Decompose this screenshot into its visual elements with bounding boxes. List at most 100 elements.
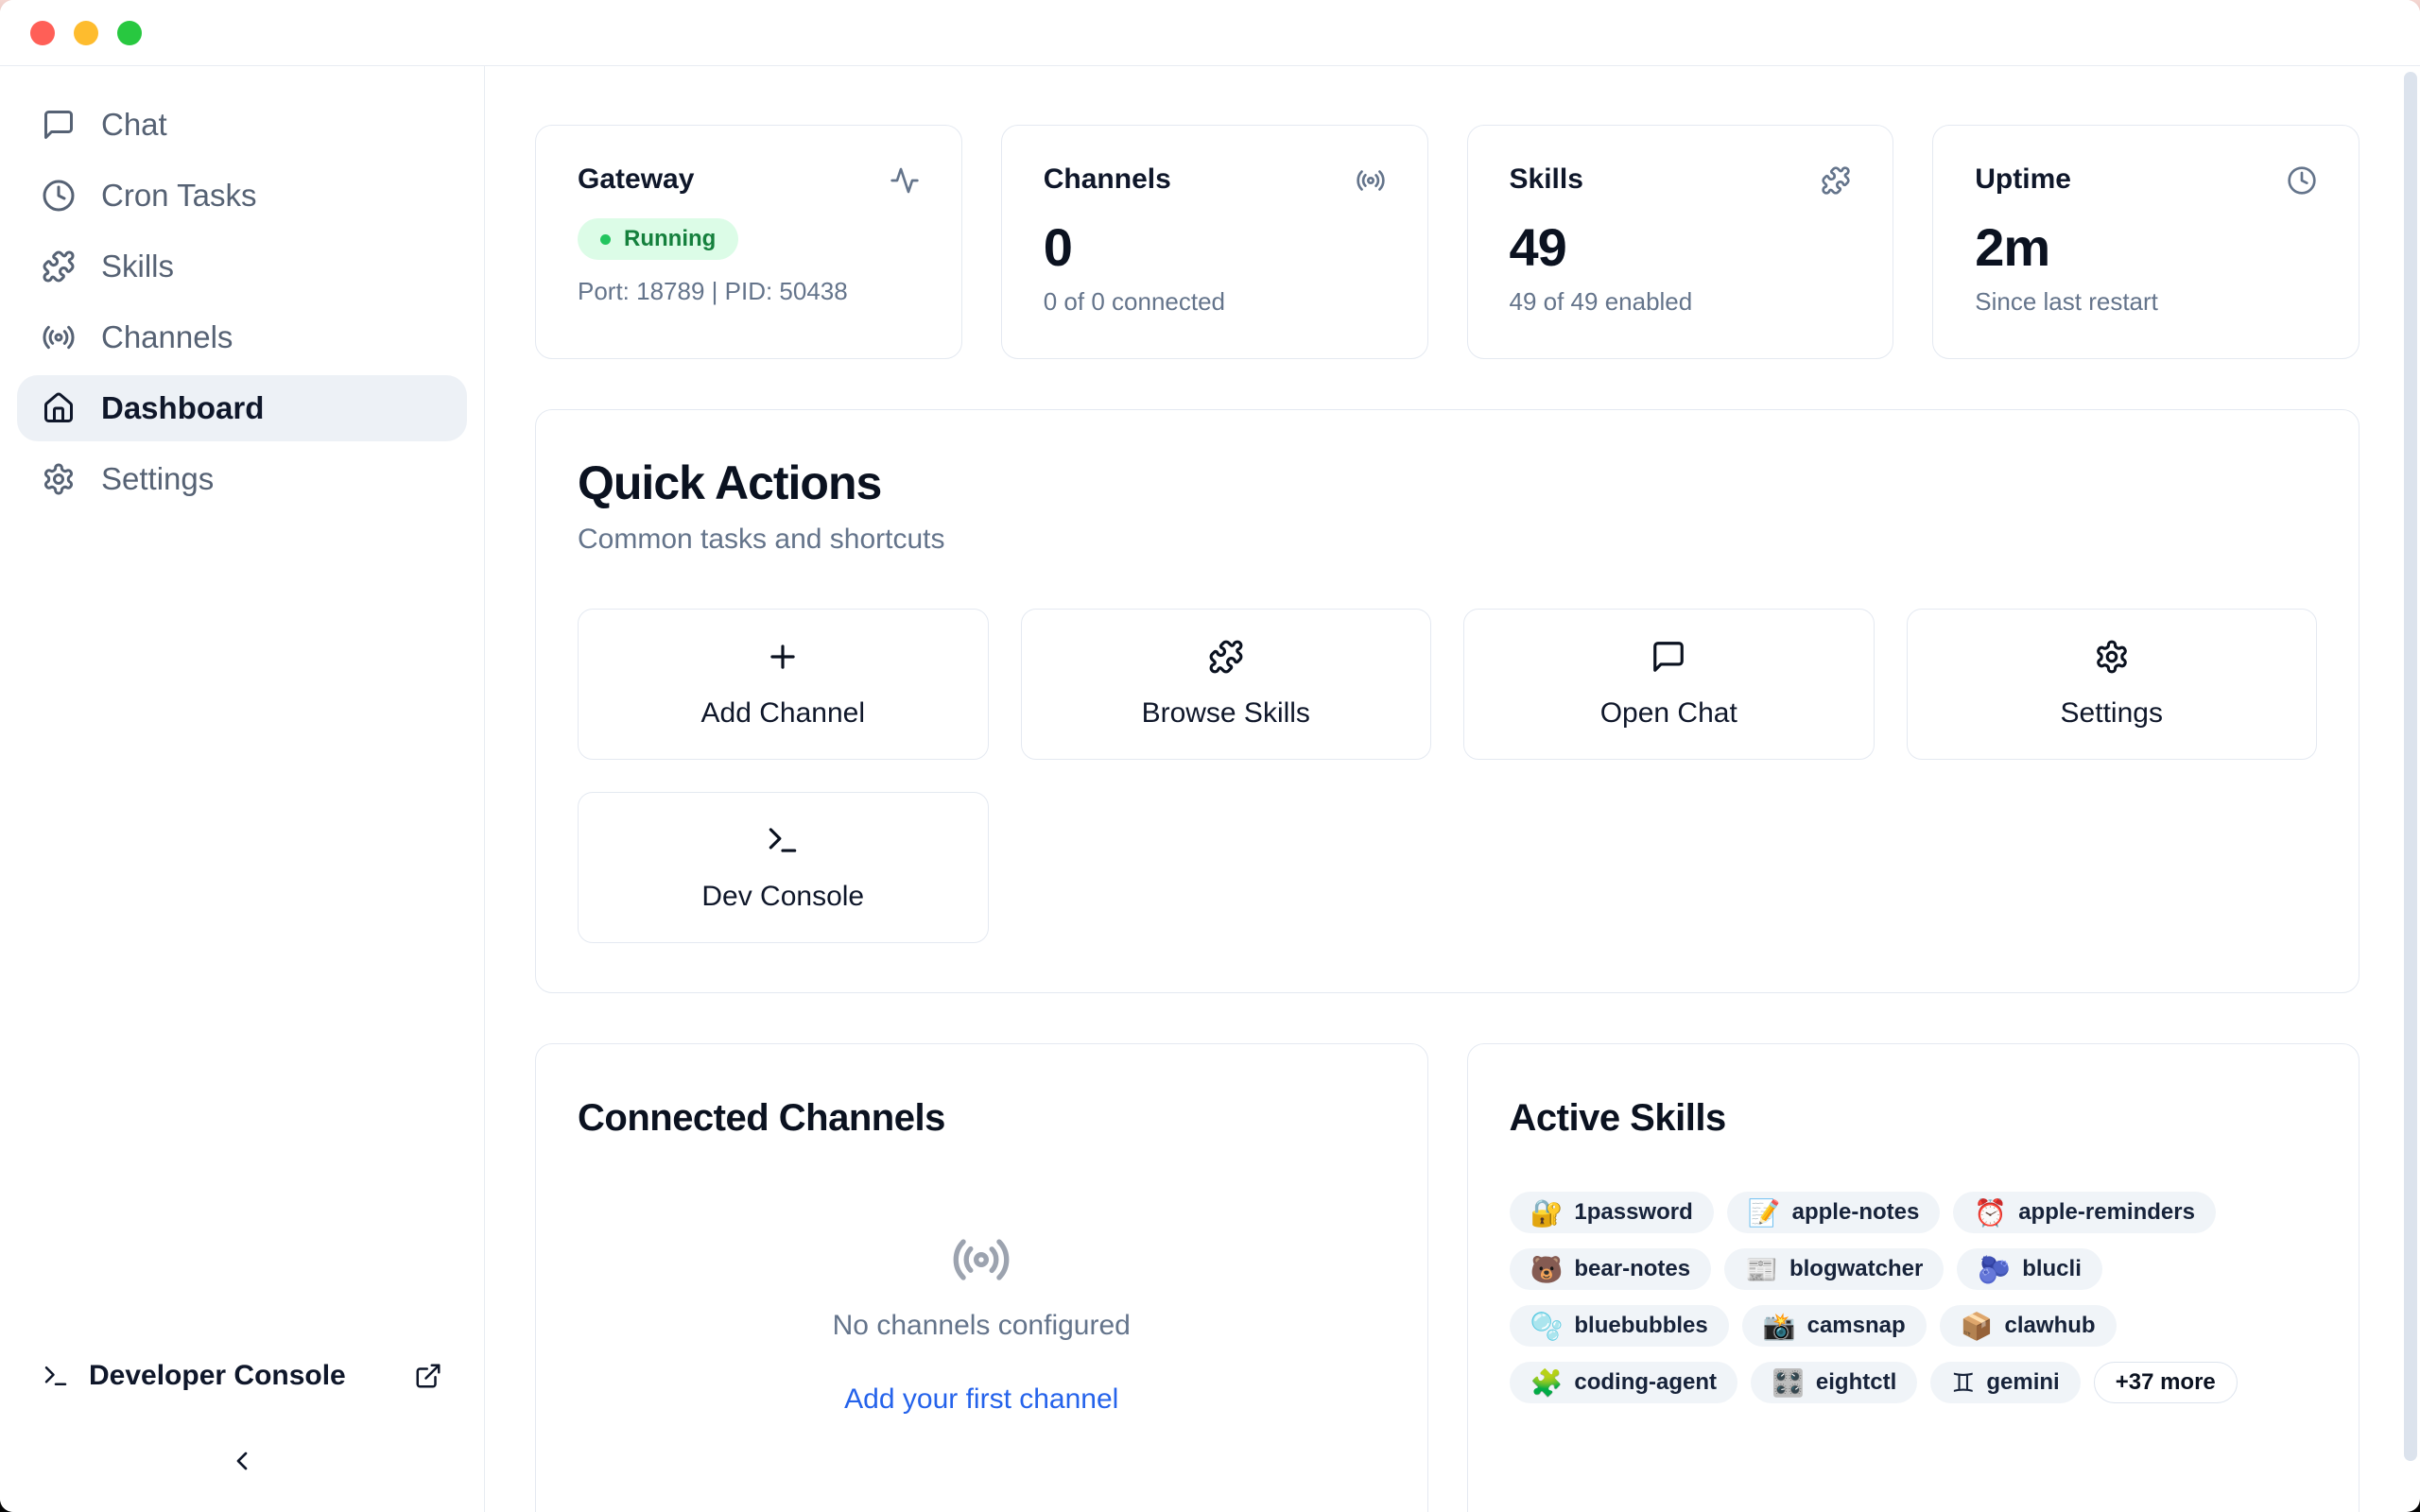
plus-icon — [765, 639, 801, 675]
more-skills-chip[interactable]: +37 more — [2094, 1362, 2238, 1403]
gateway-card-title: Gateway — [578, 163, 694, 196]
sidebar-item-label: Chat — [101, 107, 167, 143]
skills-count: 49 — [1510, 216, 1852, 278]
gateway-status-badge: Running — [578, 218, 738, 260]
skills-card: Skills 49 49 of 49 enabled — [1467, 125, 1894, 359]
newspaper-emoji: 📰 — [1745, 1254, 1778, 1285]
activity-icon — [890, 165, 920, 196]
bear-emoji: 🐻 — [1530, 1254, 1564, 1285]
uptime-value: 2m — [1975, 216, 2317, 278]
quick-actions-subtitle: Common tasks and shortcuts — [578, 524, 2317, 556]
skills-card-title: Skills — [1510, 163, 1583, 196]
uptime-card: Uptime 2m Since last restart — [1932, 125, 2360, 359]
skill-chip: 🎛️eightctl — [1751, 1362, 1917, 1403]
skill-chips: 🔐1password 📝apple-notes ⏰apple-reminders… — [1510, 1192, 2318, 1403]
title-bar — [0, 0, 2420, 66]
radio-icon — [42, 320, 76, 354]
gemini-emoji: ♊ — [1951, 1367, 1975, 1399]
clock-icon — [42, 179, 76, 213]
traffic-lights — [30, 21, 142, 45]
skill-chip: 📦clawhub — [1940, 1305, 2117, 1347]
puzzle-icon — [1821, 165, 1851, 196]
lock-key-emoji: 🔐 — [1530, 1197, 1564, 1228]
skills-caption: 49 of 49 enabled — [1510, 287, 1852, 317]
add-channel-button[interactable]: Add Channel — [578, 609, 989, 760]
sidebar: Chat Cron Tasks Skills Channels Dashboar… — [0, 66, 485, 1512]
zoom-button[interactable] — [117, 21, 142, 45]
skill-chip: 🐻bear-notes — [1510, 1248, 1712, 1290]
gateway-detail: Port: 18789 | PID: 50438 — [578, 277, 920, 306]
uptime-card-title: Uptime — [1975, 163, 2071, 196]
connected-channels-card: Connected Channels No channels configure… — [535, 1043, 1428, 1512]
puzzle-icon — [1208, 639, 1244, 675]
active-skills-title: Active Skills — [1510, 1097, 2318, 1140]
chat-bubble-icon — [42, 108, 76, 142]
blueberries-emoji: 🫐 — [1978, 1254, 2011, 1285]
gear-icon — [42, 462, 76, 496]
quick-actions-panel: Quick Actions Common tasks and shortcuts… — [535, 409, 2360, 993]
add-first-channel-link[interactable]: Add your first channel — [578, 1383, 1386, 1416]
quick-actions-title: Quick Actions — [578, 455, 2317, 510]
app-window: Chat Cron Tasks Skills Channels Dashboar… — [0, 0, 2420, 1512]
developer-console-row[interactable]: Developer Console — [0, 1357, 484, 1395]
clock-icon — [2287, 165, 2317, 196]
minimize-button[interactable] — [74, 21, 98, 45]
sidebar-footer: Developer Console — [0, 1357, 484, 1512]
skill-chip: 🔐1password — [1510, 1192, 1714, 1233]
sidebar-item-skills[interactable]: Skills — [17, 233, 467, 300]
channels-empty-state: No channels configured Add your first ch… — [578, 1229, 1386, 1416]
sidebar-item-chat[interactable]: Chat — [17, 92, 467, 158]
main-content: Gateway Running Port: 18789 | PID: 50438… — [485, 66, 2420, 1512]
skill-chip: 📰blogwatcher — [1724, 1248, 1944, 1290]
bubbles-emoji: 🫧 — [1530, 1311, 1564, 1342]
package-emoji: 📦 — [1961, 1311, 1994, 1342]
skill-chip: 🫐blucli — [1957, 1248, 2102, 1290]
connected-channels-title: Connected Channels — [578, 1097, 1386, 1140]
sidebar-item-dashboard[interactable]: Dashboard — [17, 375, 467, 441]
sidebar-item-label: Settings — [101, 461, 214, 497]
camera-flash-emoji: 📸 — [1763, 1311, 1796, 1342]
sidebar-item-label: Dashboard — [101, 390, 264, 426]
alarm-clock-emoji: ⏰ — [1974, 1197, 2007, 1228]
sidebar-collapse-button[interactable] — [0, 1442, 484, 1480]
skill-chip: 🫧bluebubbles — [1510, 1305, 1729, 1347]
chat-bubble-icon — [1651, 639, 1686, 675]
vertical-scrollbar[interactable] — [2404, 72, 2417, 1461]
status-dot — [600, 234, 611, 245]
skill-chip: 📝apple-notes — [1727, 1192, 1941, 1233]
sidebar-item-label: Skills — [101, 249, 174, 284]
stats-row: Gateway Running Port: 18789 | PID: 50438… — [535, 125, 2360, 359]
gateway-card: Gateway Running Port: 18789 | PID: 50438 — [535, 125, 962, 359]
external-link-icon[interactable] — [414, 1362, 442, 1390]
sidebar-item-settings[interactable]: Settings — [17, 446, 467, 512]
sidebar-item-label: Cron Tasks — [101, 178, 256, 214]
chevron-left-icon — [227, 1446, 257, 1476]
channels-caption: 0 of 0 connected — [1044, 287, 1386, 317]
sidebar-item-channels[interactable]: Channels — [17, 304, 467, 370]
channels-card: Channels 0 0 of 0 connected — [1001, 125, 1428, 359]
skill-chip: 🧩coding-agent — [1510, 1362, 1738, 1403]
radio-icon — [1356, 165, 1386, 196]
channels-card-title: Channels — [1044, 163, 1171, 196]
skill-chip: ⏰apple-reminders — [1953, 1192, 2216, 1233]
channels-count: 0 — [1044, 216, 1386, 278]
browse-skills-button[interactable]: Browse Skills — [1021, 609, 1432, 760]
sidebar-item-cron-tasks[interactable]: Cron Tasks — [17, 163, 467, 229]
settings-button[interactable]: Settings — [1907, 609, 2318, 760]
skill-chip: 📸camsnap — [1742, 1305, 1927, 1347]
bottom-row: Connected Channels No channels configure… — [535, 1043, 2360, 1512]
close-button[interactable] — [30, 21, 55, 45]
gear-icon — [2094, 639, 2130, 675]
terminal-icon — [765, 822, 801, 858]
dev-console-button[interactable]: Dev Console — [578, 792, 989, 943]
developer-console-label: Developer Console — [89, 1360, 395, 1392]
empty-state-text: No channels configured — [578, 1310, 1386, 1342]
terminal-icon — [42, 1362, 70, 1390]
puzzle-emoji: 🧩 — [1530, 1367, 1564, 1399]
open-chat-button[interactable]: Open Chat — [1463, 609, 1875, 760]
uptime-caption: Since last restart — [1975, 287, 2317, 317]
active-skills-card: Active Skills 🔐1password 📝apple-notes ⏰a… — [1467, 1043, 2360, 1512]
puzzle-icon — [42, 249, 76, 284]
home-icon — [42, 391, 76, 425]
control-knobs-emoji: 🎛️ — [1772, 1367, 1805, 1399]
